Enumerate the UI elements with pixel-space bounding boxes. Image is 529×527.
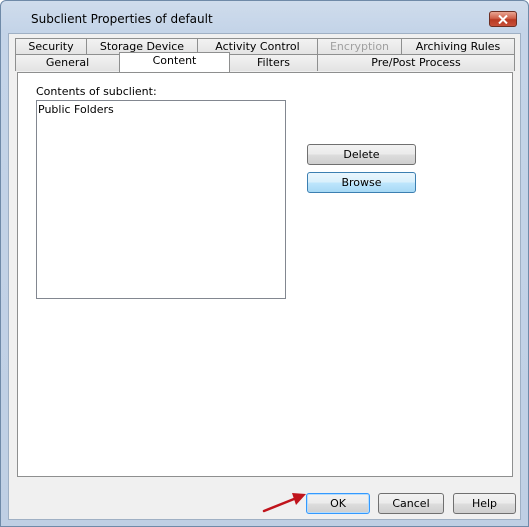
tab-content[interactable]: Content [119,52,230,72]
list-item[interactable]: Public Folders [38,103,114,116]
ok-button-label: OK [330,497,346,510]
tab-encryption: Encryption [317,38,402,55]
title-bar[interactable]: Subclient Properties of default [1,1,528,33]
tab-label: Content [152,54,197,67]
contents-listbox[interactable]: Public Folders [36,100,286,299]
browse-button[interactable]: Browse [307,172,416,193]
tab-security[interactable]: Security [15,38,87,55]
browse-button-label: Browse [341,176,382,189]
dialog-client-area: Security Storage Device Activity Control… [8,33,521,520]
tab-filters[interactable]: Filters [229,54,318,71]
ok-button[interactable]: OK [306,493,370,514]
tab-label: Security [28,40,74,53]
content-tab-panel: Contents of subclient: Public Folders De… [17,72,513,477]
cancel-button[interactable]: Cancel [378,493,444,514]
dialog-window: Subclient Properties of default Security… [0,0,529,527]
pointer-arrow-icon [262,493,306,513]
help-button[interactable]: Help [453,493,516,514]
delete-button-label: Delete [343,148,380,161]
close-icon [498,15,508,24]
tab-label: Filters [257,56,290,69]
tab-label: Encryption [329,40,390,53]
cancel-button-label: Cancel [392,497,430,510]
contents-label: Contents of subclient: [36,85,157,98]
help-button-label: Help [471,497,498,510]
tab-pre-post-process[interactable]: Pre/Post Process [317,54,515,71]
tab-general[interactable]: General [15,54,120,71]
tab-archiving-rules[interactable]: Archiving Rules [401,38,515,55]
window-title: Subclient Properties of default [31,12,213,26]
tab-label: Archiving Rules [415,40,501,53]
close-button[interactable] [489,11,517,27]
tab-label: Pre/Post Process [371,56,461,69]
tab-label: General [45,56,90,69]
delete-button[interactable]: Delete [307,144,416,165]
